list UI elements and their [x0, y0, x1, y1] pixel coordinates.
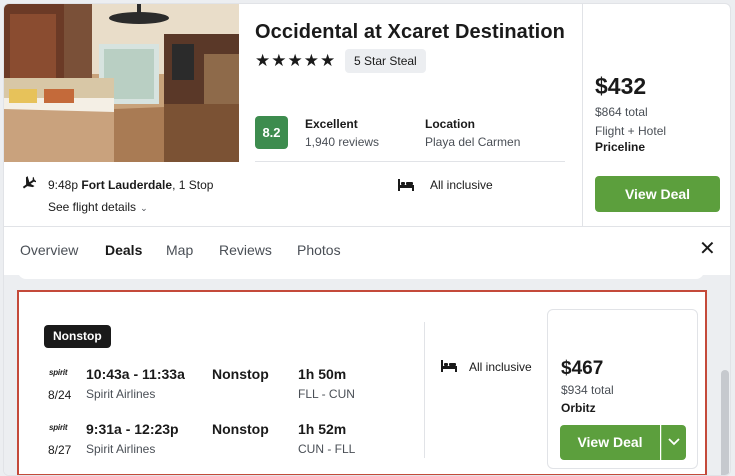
- top-deal-total: $864 total: [595, 105, 648, 119]
- outbound-route: FLL - CUN: [298, 387, 355, 401]
- departure-time: 9:48p: [48, 178, 79, 192]
- return-airline: Spirit Airlines: [86, 442, 156, 456]
- score-badge: 8.2: [255, 116, 288, 149]
- deal-price: $467: [561, 358, 604, 379]
- review-count[interactable]: 1,940 reviews: [305, 135, 379, 149]
- star-steal-badge: 5 Star Steal: [345, 49, 426, 73]
- previous-deal-card: [18, 269, 704, 279]
- deal-provider: Orbitz: [561, 401, 596, 415]
- hotel-photo[interactable]: [4, 4, 239, 162]
- meal-plan: All inclusive: [430, 178, 493, 192]
- top-deal-price: $432: [595, 73, 647, 99]
- outbound-airline: Spirit Airlines: [86, 387, 156, 401]
- divider: [4, 226, 730, 227]
- tab-reviews[interactable]: Reviews: [219, 242, 272, 258]
- see-flight-details-label: See flight details: [48, 200, 137, 214]
- star-rating: ★★★★★: [255, 51, 337, 70]
- hotel-card: Occidental at Xcaret Destination ★★★★★ 5…: [3, 3, 731, 476]
- return-stops: Nonstop: [212, 421, 269, 437]
- spirit-logo: spirit: [49, 423, 68, 432]
- rating-label: Excellent: [305, 117, 358, 131]
- flight-summary: 9:48p Fort Lauderdale, 1 Stop: [48, 178, 213, 192]
- outbound-duration: 1h 50m: [298, 366, 347, 382]
- outbound-times: 10:43a - 11:33a: [86, 366, 185, 382]
- tab-deals[interactable]: Deals: [105, 242, 142, 258]
- plane-icon: [22, 176, 36, 189]
- spirit-logo: spirit: [49, 368, 68, 377]
- chevron-down-icon: ⌄: [140, 203, 148, 213]
- top-deal-type: Flight + Hotel: [595, 124, 667, 138]
- hotel-title[interactable]: Occidental at Xcaret Destination: [255, 21, 565, 44]
- chevron-down-icon: [668, 438, 680, 446]
- deal-total: $934 total: [561, 383, 614, 397]
- return-times: 9:31a - 12:23p: [86, 421, 179, 437]
- deals-list: Nonstop spirit 8/24 10:43a - 11:33a Spir…: [4, 269, 730, 475]
- tab-overview[interactable]: Overview: [20, 242, 78, 258]
- see-flight-details-link[interactable]: See flight details ⌄: [48, 200, 148, 214]
- stop-count: , 1 Stop: [172, 178, 214, 192]
- outbound-date: 8/24: [48, 388, 72, 402]
- nonstop-badge: Nonstop: [44, 325, 111, 348]
- deal-view-deal-button[interactable]: View Deal: [560, 425, 660, 460]
- divider: [255, 161, 565, 162]
- deal-meal-plan: All inclusive: [469, 360, 532, 374]
- return-date: 8/27: [48, 443, 72, 457]
- more-options-button[interactable]: [661, 425, 686, 460]
- bed-icon: [398, 179, 414, 191]
- close-icon[interactable]: ✕: [699, 239, 716, 259]
- scrollbar[interactable]: [721, 370, 729, 475]
- tab-photos[interactable]: Photos: [297, 242, 341, 258]
- outbound-stops: Nonstop: [212, 366, 269, 382]
- return-route: CUN - FLL: [298, 442, 356, 456]
- highlighted-deal-card: Nonstop spirit 8/24 10:43a - 11:33a Spir…: [17, 290, 707, 475]
- tab-map[interactable]: Map: [166, 242, 193, 258]
- divider: [582, 4, 583, 226]
- view-deal-button[interactable]: View Deal: [595, 176, 720, 212]
- bed-icon: [441, 360, 457, 372]
- location-label: Location: [425, 117, 475, 131]
- deal-price-box: $467 $934 total Orbitz View Deal: [547, 309, 698, 469]
- divider: [424, 322, 425, 458]
- origin-city: Fort Lauderdale: [81, 178, 173, 192]
- top-deal-provider: Priceline: [595, 140, 646, 154]
- return-duration: 1h 52m: [298, 421, 347, 437]
- location-value: Playa del Carmen: [425, 135, 521, 149]
